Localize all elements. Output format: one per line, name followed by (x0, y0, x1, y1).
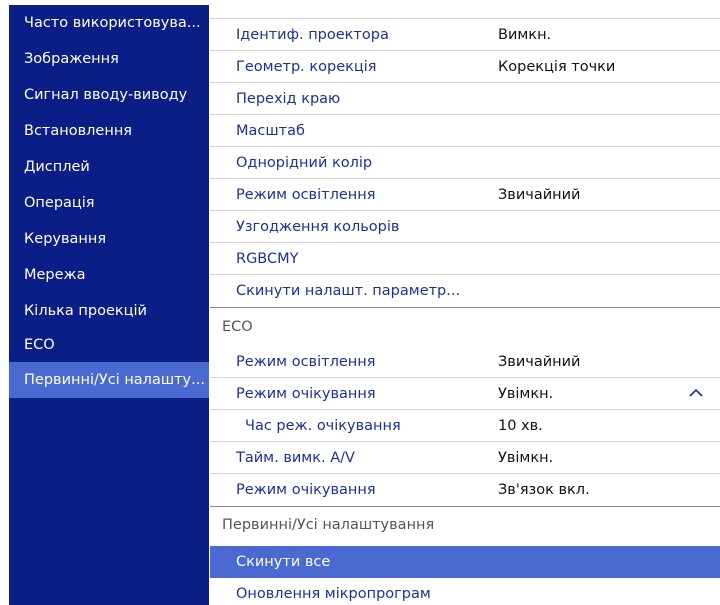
row-label: Масштаб (236, 123, 305, 139)
settings-row-projector-id[interactable]: Ідентиф. проектора Вимкн. (210, 19, 720, 51)
sidebar-item-management[interactable]: Керування (9, 221, 209, 257)
sidebar-item-multi-projection[interactable]: Кілька проекцій (9, 293, 209, 329)
sidebar-item-label: Операція (24, 195, 95, 211)
sidebar-item-frequently-used[interactable]: Часто використовува... (9, 5, 209, 41)
sidebar-item-eco[interactable]: ECO (9, 327, 209, 363)
settings-row-color-matching[interactable]: Узгодження кольорів (210, 211, 720, 243)
sidebar: Часто використовува... Зображення Сигнал… (9, 5, 209, 605)
row-label: Скинути все (236, 554, 331, 570)
sidebar-item-image[interactable]: Зображення (9, 41, 209, 77)
settings-row-av-off-timer[interactable]: Тайм. вимк. A/V Увімкн. (210, 442, 720, 474)
section-divider (210, 307, 720, 308)
section-header-initial-settings: Первинні/Усі налаштування (210, 509, 720, 541)
sidebar-item-operation[interactable]: Операція (9, 185, 209, 221)
row-label: RGBCMY (236, 251, 299, 267)
sidebar-item-label: Первинні/Усі налашту... (24, 372, 205, 388)
row-label: Тайм. вимк. A/V (236, 450, 355, 466)
settings-row-cut-off (210, 5, 720, 19)
row-label: Режим освітлення (236, 187, 376, 203)
row-value: 10 хв. (498, 418, 543, 434)
sidebar-item-network[interactable]: Мережа (9, 257, 209, 293)
sidebar-item-label: ECO (24, 337, 55, 353)
sidebar-item-label: Зображення (24, 51, 119, 67)
sidebar-item-label: Кілька проекцій (24, 303, 147, 319)
section-header-label: ECO (222, 319, 253, 335)
sidebar-item-initial-settings[interactable]: Первинні/Усі налашту... (9, 362, 209, 398)
row-label: Однорідний колір (236, 155, 373, 171)
sidebar-item-label: Часто використовува... (24, 15, 201, 31)
row-label: Перехід краю (236, 91, 341, 107)
row-label: Оновлення мікропрограм (236, 586, 431, 602)
row-value: Звичайний (498, 354, 581, 370)
row-value: Зв'язок вкл. (498, 482, 590, 498)
sidebar-item-label: Мережа (24, 267, 86, 283)
chevron-up-icon[interactable] (688, 387, 704, 399)
row-label: Режим освітлення (236, 354, 376, 370)
row-label: Ідентиф. проектора (236, 27, 389, 43)
sidebar-item-label: Сигнал вводу-виводу (24, 87, 188, 103)
row-label: Геометр. корекція (236, 59, 377, 75)
row-label: Час реж. очікування (245, 418, 401, 434)
row-value: Вимкн. (498, 27, 552, 43)
row-label: Скинути налашт. параметр... (236, 283, 461, 299)
sidebar-item-installation[interactable]: Встановлення (9, 113, 209, 149)
settings-row-light-mode[interactable]: Режим освітлення Звичайний (210, 179, 720, 211)
settings-row-scale[interactable]: Масштаб (210, 115, 720, 147)
row-value: Увімкн. (498, 450, 554, 466)
row-value: Корекція точки (498, 59, 616, 75)
settings-panel: Ідентиф. проектора Вимкн. Геометр. корек… (210, 5, 720, 605)
row-value: Увімкн. (498, 386, 554, 402)
sidebar-item-label: Дисплей (24, 159, 90, 175)
settings-row-standby-mode[interactable]: Режим очікування Увімкн. (210, 378, 720, 410)
row-label: Режим очікування (236, 482, 376, 498)
sidebar-item-label: Встановлення (24, 123, 133, 139)
sidebar-item-signal-io[interactable]: Сигнал вводу-виводу (9, 77, 209, 113)
settings-row-color-uniformity[interactable]: Однорідний колір (210, 147, 720, 179)
settings-row-edge-blending[interactable]: Перехід краю (210, 83, 720, 115)
sidebar-item-label: Керування (24, 231, 107, 247)
settings-row-firmware-update[interactable]: Оновлення мікропрограм (210, 578, 720, 605)
settings-row-eco-light-mode[interactable]: Режим освітлення Звичайний (210, 346, 720, 378)
settings-row-geometry-correction[interactable]: Геометр. корекція Корекція точки (210, 51, 720, 83)
settings-row-rgbcmy[interactable]: RGBCMY (210, 243, 720, 275)
row-value: Звичайний (498, 187, 581, 203)
section-header-label: Первинні/Усі налаштування (222, 517, 435, 533)
section-header-eco: ECO (210, 311, 720, 343)
row-label: Режим очікування (236, 386, 376, 402)
settings-row-standby-time[interactable]: Час реж. очікування 10 хв. (210, 410, 720, 442)
settings-row-standby-mode-communication[interactable]: Режим очікування Зв'язок вкл. (210, 474, 720, 506)
sidebar-item-display[interactable]: Дисплей (9, 149, 209, 185)
settings-row-reset-all[interactable]: Скинути все (210, 546, 720, 578)
row-label: Узгодження кольорів (236, 219, 400, 235)
settings-row-reset-settings[interactable]: Скинути налашт. параметр... (210, 275, 720, 307)
section-divider (210, 506, 720, 507)
